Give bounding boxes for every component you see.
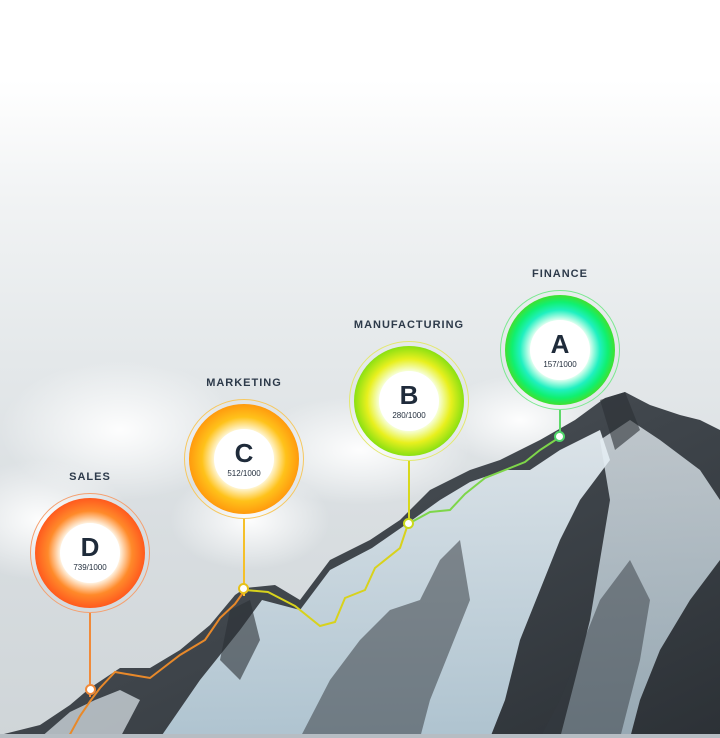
score-core: B 280/1000 <box>379 371 439 431</box>
stage-marker-sales: SALES D 739/1000 <box>30 471 150 697</box>
department-label: MARKETING <box>206 377 282 389</box>
score-badge-ring: D 739/1000 <box>30 493 150 613</box>
score-core: C 512/1000 <box>214 429 274 489</box>
score-value: 739/1000 <box>73 563 107 572</box>
trail-point-sales <box>85 684 96 695</box>
score-value: 512/1000 <box>227 469 261 478</box>
grade-letter: D <box>80 532 100 562</box>
trail-point-marketing <box>238 583 249 594</box>
score-badge: C 512/1000 <box>189 404 299 514</box>
stage-marker-finance: FINANCE A 157/1000 <box>500 268 620 441</box>
mountain-scene: SALES D 739/1000 MARKETING C 512/1000 MA… <box>0 0 720 738</box>
score-badge-ring: B 280/1000 <box>349 341 469 461</box>
department-label: MANUFACTURING <box>353 319 465 331</box>
department-label: SALES <box>69 471 111 483</box>
grade-letter: B <box>399 380 419 410</box>
department-label: FINANCE <box>532 268 588 280</box>
score-core: A 157/1000 <box>530 320 590 380</box>
score-badge: B 280/1000 <box>354 346 464 456</box>
score-value: 280/1000 <box>392 411 426 420</box>
stage-marker-manufacturing: MANUFACTURING B 280/1000 <box>349 319 469 525</box>
marker-stem <box>408 461 410 525</box>
stage-marker-marketing: MARKETING C 512/1000 <box>184 377 304 596</box>
grade-letter: C <box>234 438 254 468</box>
score-core: D 739/1000 <box>60 523 120 583</box>
score-badge: A 157/1000 <box>505 295 615 405</box>
footer-bar <box>0 734 720 738</box>
trail-point-finance <box>554 431 565 442</box>
grade-letter: A <box>550 329 570 359</box>
score-badge-ring: C 512/1000 <box>184 399 304 519</box>
score-badge: D 739/1000 <box>35 498 145 608</box>
score-value: 157/1000 <box>543 360 577 369</box>
score-badge-ring: A 157/1000 <box>500 290 620 410</box>
trail-point-manufacturing <box>403 518 414 529</box>
